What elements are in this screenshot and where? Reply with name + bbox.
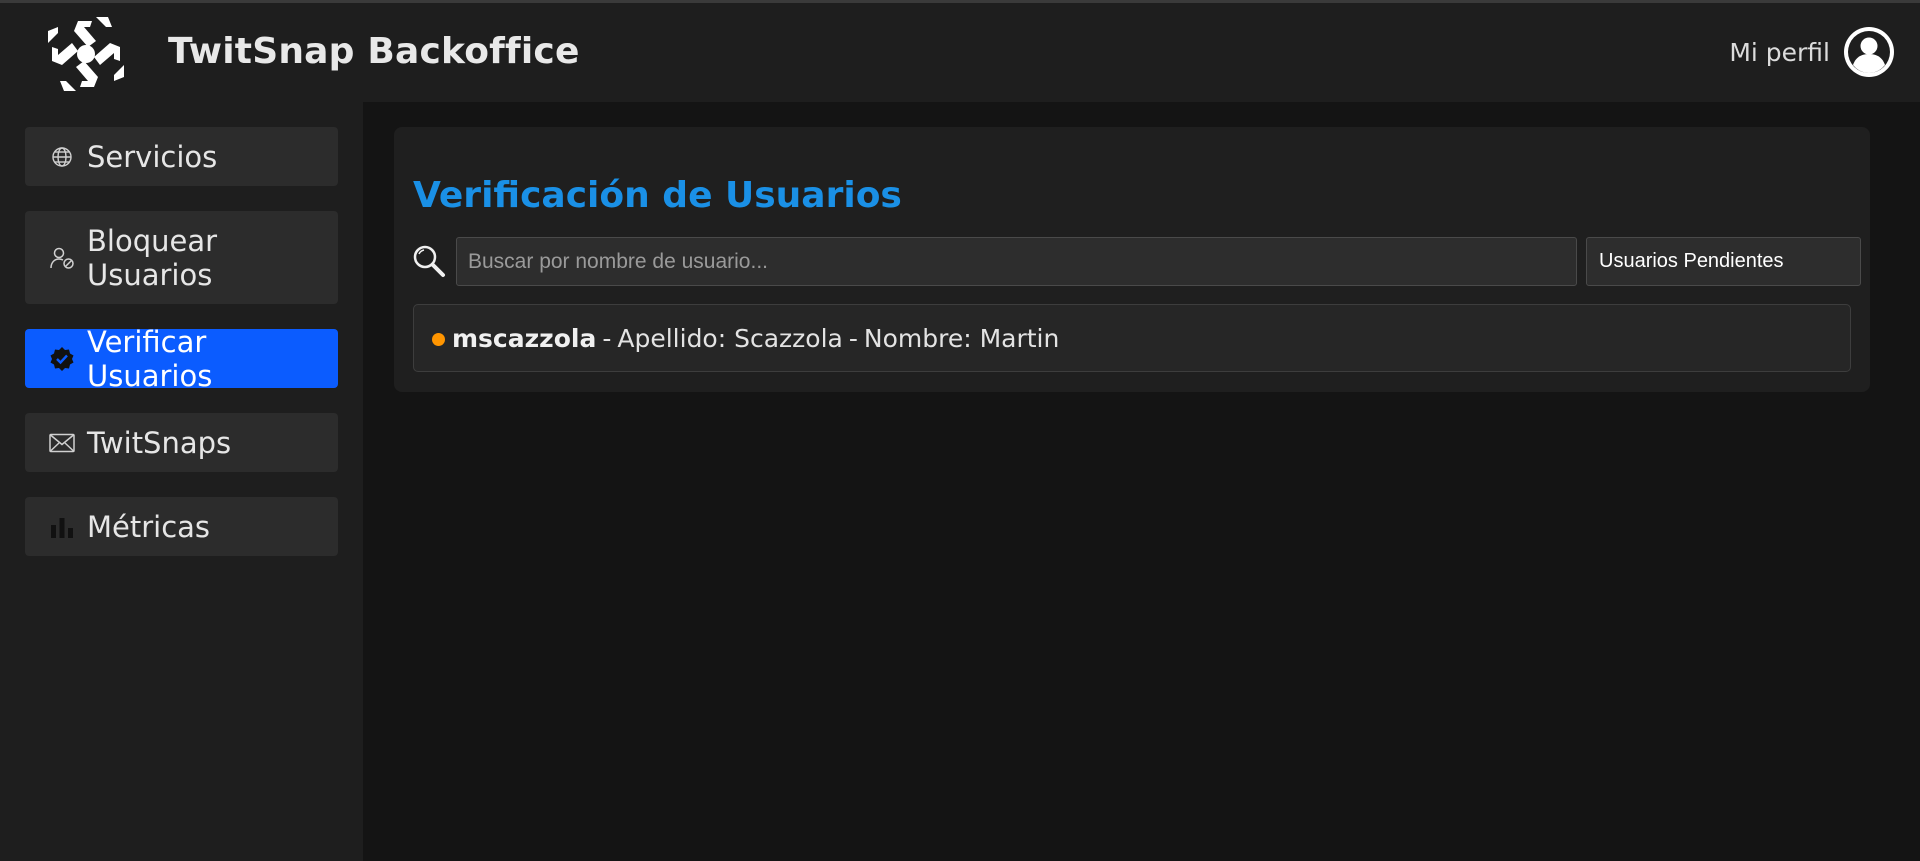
sidebar-item-bloquear-usuarios[interactable]: Bloquear Usuarios xyxy=(25,211,338,304)
sidebar-item-label: TwitSnaps xyxy=(87,425,232,460)
profile-button[interactable]: Mi perfil xyxy=(1729,23,1896,81)
sidebar-item-twitsnaps[interactable]: TwitSnaps xyxy=(25,413,338,472)
user-username: mscazzola xyxy=(452,323,597,353)
top-header: TwitSnap Backoffice Mi perfil xyxy=(0,3,1920,102)
bar-chart-icon xyxy=(49,514,75,540)
sidebar-item-servicios[interactable]: Servicios xyxy=(25,127,338,186)
user-nombre: Nombre: Martin xyxy=(863,323,1060,353)
user-block-icon xyxy=(49,245,75,271)
profile-label: Mi perfil xyxy=(1729,37,1830,67)
separator: - xyxy=(848,323,858,353)
app-title: TwitSnap Backoffice xyxy=(168,31,580,72)
sidebar-item-label: Métricas xyxy=(87,509,211,544)
user-avatar-icon xyxy=(1844,27,1894,77)
search-input[interactable] xyxy=(456,237,1577,286)
pending-status-dot xyxy=(432,333,445,346)
app-logo xyxy=(48,17,124,91)
globe-icon xyxy=(49,144,75,170)
sidebar-item-label: Servicios xyxy=(87,139,218,174)
status-filter-value: Usuarios Pendientes xyxy=(1599,250,1784,272)
separator: - xyxy=(602,323,612,353)
sidebar-item-label: Verificar Usuarios xyxy=(87,324,213,393)
user-list-item[interactable]: mscazzola - Apellido: Scazzola - Nombre:… xyxy=(413,304,1851,372)
sidebar-item-metricas[interactable]: Métricas xyxy=(25,497,338,556)
status-filter-select[interactable]: Usuarios Pendientes xyxy=(1586,237,1861,286)
envelope-icon xyxy=(49,430,75,456)
sidebar-item-verificar-usuarios[interactable]: Verificar Usuarios xyxy=(25,325,338,393)
search-icon[interactable] xyxy=(412,244,446,278)
page-title: Verificación de Usuarios xyxy=(413,175,902,216)
main-panel: Verificación de Usuarios Usuarios Pendie… xyxy=(394,127,1870,392)
user-apellido: Apellido: Scazzola xyxy=(617,323,843,353)
verified-badge-icon xyxy=(49,346,75,372)
sidebar: Servicios Bloquear Usuarios Verificar Us… xyxy=(0,102,363,861)
sidebar-item-label: Bloquear Usuarios xyxy=(87,223,218,292)
